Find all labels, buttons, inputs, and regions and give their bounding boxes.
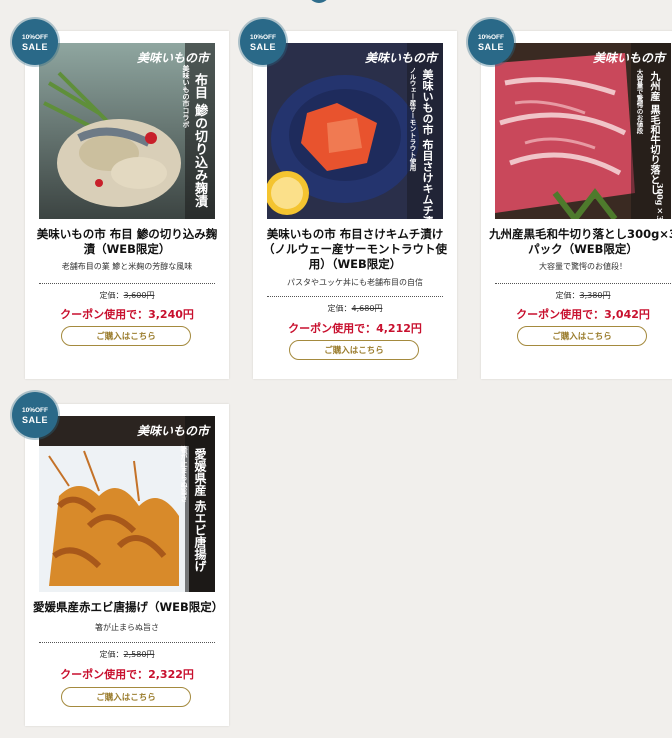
product-title[interactable]: 九州産黒毛和牛切り落とし300g×3パック（WEB限定） [489,227,672,257]
product-card-1: 10%OFF SALE 美味いもの市 布目 鯵の切り込み麹漬 美味いもの市コラボ… [12,19,229,379]
product-card-2: 10%OFF SALE 美味いもの市 美味いもの市 布目さけキムチ漬け ノルウェ… [240,19,457,379]
product-title[interactable]: 愛媛県産赤エビ唐揚げ（WEB限定） [33,600,223,615]
list-price: 定価：3,600円 [99,291,155,300]
image-overlay-title: 愛媛県産 赤エビ唐揚げ [193,448,207,573]
image-overlay-title: 美味いもの市 布目さけキムチ漬け [421,69,434,219]
product-subtitle: 箸が止まらぬ旨さ [95,623,159,632]
image-overlay-sub: 大容量で驚愕のお値段 [635,69,643,134]
image-logo: 美味いもの市 [592,51,665,65]
product-image[interactable]: 美味いもの市 布目 鯵の切り込み麹漬 美味いもの市コラボ [39,43,215,219]
buy-button[interactable]: ご購入はこちら [517,326,647,346]
list-price: 定価：2,580円 [99,650,155,659]
image-overlay-sub: ノルウェー産サーモントラウト使用 [408,67,416,171]
product-image[interactable]: 美味いもの市 九州産 黒毛和牛切り落とし 大容量で驚愕のお値段 300g×3 [495,43,671,219]
divider [495,283,671,284]
image-overlay-sub: 箸が止まらぬ旨さ [180,446,189,502]
coupon-price: クーポン使用で：2,322円 [60,668,194,681]
sale-badge: 10%OFF SALE [12,392,58,438]
sale-badge: 10%OFF SALE [12,19,58,65]
image-overlay-qty: 300g×3 [655,183,665,219]
buy-button[interactable]: ご購入はこちら [61,326,191,346]
list-price: 定価：3,380円 [555,291,611,300]
product-subtitle: パスタやユッケ丼にも老舗布目の自信 [287,278,423,287]
divider [39,642,215,643]
sale-badge: 10%OFF SALE [240,19,286,65]
divider [267,296,443,297]
image-overlay-sub: 美味いもの市コラボ [182,65,191,128]
product-title[interactable]: 美味いもの市 布目 鯵の切り込み麹漬（WEB限定） [33,227,221,257]
image-overlay-title: 布目 鯵の切り込み麹漬 [192,73,207,208]
divider [39,283,215,284]
product-card-4: 10%OFF SALE 美味いもの市 愛媛県産 赤エビ唐揚げ 箸が止まらぬ旨さ … [12,392,229,726]
image-logo: 美味いもの市 [364,51,437,65]
image-logo: 美味いもの市 [136,51,209,65]
product-image[interactable]: 美味いもの市 美味いもの市 布目さけキムチ漬け ノルウェー産サーモントラウト使用 [267,43,443,219]
coupon-price: クーポン使用で：3,240円 [60,308,194,321]
sale-badge: 10%OFF SALE [468,19,514,65]
list-price: 定価：4,680円 [327,304,383,313]
coupon-price: クーポン使用で：3,042円 [516,308,650,321]
buy-button[interactable]: ご購入はこちら [289,340,419,360]
product-subtitle: 大容量で驚愕のお値段！ [539,262,627,271]
image-logo: 美味いもの市 [136,424,209,438]
product-image[interactable]: 美味いもの市 愛媛県産 赤エビ唐揚げ 箸が止まらぬ旨さ [39,416,215,592]
product-card-3: 10%OFF SALE 美味いもの市 九州産 黒毛和牛切り落とし 大容量で驚愕の… [468,19,672,379]
product-title[interactable]: 美味いもの市 布目さけキムチ漬け（ノルウェー産サーモントラウト使用）（WEB限定… [261,227,449,272]
image-overlay-title: 九州産 黒毛和牛切り落とし [648,71,659,195]
product-subtitle: 老舗布目の業 鯵と米麹の芳醇な風味 [61,262,193,271]
buy-button[interactable]: ご購入はこちら [61,687,191,707]
coupon-price: クーポン使用で：4,212円 [288,322,422,335]
top-decoration [308,0,330,3]
